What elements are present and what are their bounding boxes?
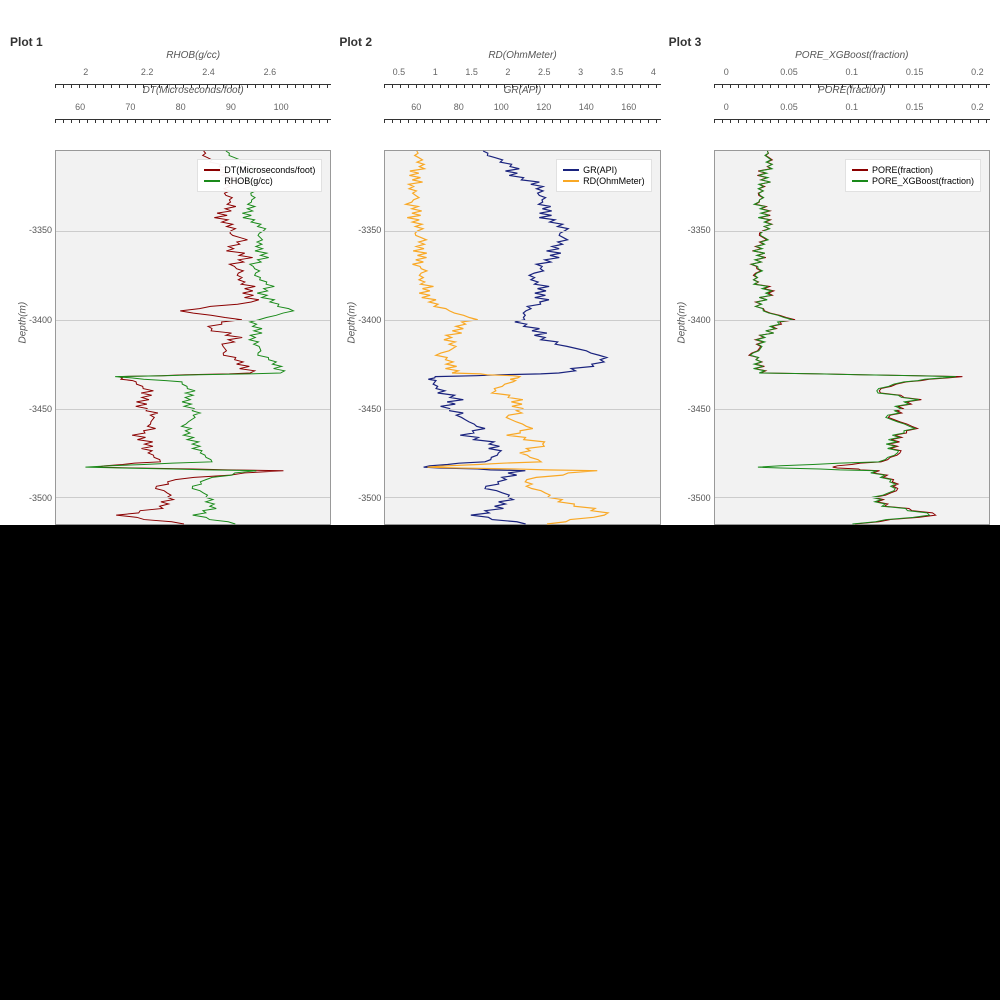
axis-tick: 140 [579,102,594,112]
axis-tick: 60 [411,102,421,112]
black-region [0,525,1000,1000]
y-tick: -3500 [29,493,52,503]
axis-tick: 0.05 [780,102,798,112]
legend-label: RHOB(g/cc) [224,176,273,186]
axis-tick: 2 [83,67,88,77]
y-tick: -3350 [29,225,52,235]
y-tick: -3500 [688,493,711,503]
y-tick: -3450 [29,404,52,414]
plot-1-title: Plot 1 [10,35,43,49]
axis-ticks-dt: 60 70 80 90 100 [55,98,331,120]
legend-item: GR(API) [563,165,645,175]
axis-tick: 90 [226,102,236,112]
axis-tick: 2.2 [141,67,154,77]
legend-swatch-dt [204,169,220,171]
chart-row: Plot 1 RHOB(g/cc) 2 2.2 2.4 2.6 DT(Microsec… [0,0,1000,525]
axis-tick: 160 [621,102,636,112]
axis-tick: 80 [454,102,464,112]
axis-ticks-gr: 60 80 100 120 140 160 [384,98,660,120]
plot-3: Plot 3 PORE_XGBoost(fraction) 00.050.10.… [669,150,990,525]
plot-1-area[interactable]: DT(Microseconds/foot) RHOB(g/cc) [55,150,331,525]
plot-3-title: Plot 3 [669,35,702,49]
axis-tick: 2.5 [538,67,551,77]
plot-1-top-axes: RHOB(g/cc) 22.22.42.6 DT(Microseconds/fo… [55,50,331,150]
axis-label-porexgb: PORE_XGBoost(fraction) [714,50,990,61]
plot-1-y-label: Depth(m) [17,301,28,343]
axis-tick: 0.2 [971,102,984,112]
axis-tick: 70 [125,102,135,112]
axis-tick: 0.1 [846,102,859,112]
axis-tick: 2.6 [264,67,277,77]
legend-swatch-rhob [204,180,220,182]
plot-3-y-axis: Depth(m) -3350 -3400 -3450 -3500 [669,150,714,525]
legend-swatch-porexgb [852,180,868,182]
axis-tick: 3 [578,67,583,77]
legend-swatch-rd [563,180,579,182]
legend-item: DT(Microseconds/foot) [204,165,315,175]
plot-2-svg [385,151,659,524]
plot-1-svg [56,151,330,524]
axis-tick: 2.4 [202,67,215,77]
axis-ticks-porexgb: 0 0.05 0.1 0.15 0.2 [714,63,990,85]
plot-2-y-label: Depth(m) [347,301,358,343]
y-tick: -3450 [688,404,711,414]
legend-label: PORE_XGBoost(fraction) [872,176,974,186]
legend-label: DT(Microseconds/foot) [224,165,315,175]
axis-tick: 100 [274,102,289,112]
legend-label: PORE(fraction) [872,165,933,175]
plot-3-top-axes: PORE_XGBoost(fraction) 00.050.10.150.2 P… [714,50,990,150]
plot-2: Plot 2 RD(OhmMeter) 0.511.522.533.54 GR(… [339,150,660,525]
plot-3-y-label: Depth(m) [676,301,687,343]
legend-item: PORE(fraction) [852,165,974,175]
axis-tick: 0 [724,102,729,112]
plot-2-top-axes: RD(OhmMeter) 0.511.522.533.54 GR(API) 60… [384,50,660,150]
axis-tick: 2 [505,67,510,77]
plot-2-area[interactable]: GR(API) RD(OhmMeter) [384,150,660,525]
legend-item: RHOB(g/cc) [204,176,315,186]
plot-3-area[interactable]: PORE(fraction) PORE_XGBoost(fraction) [714,150,990,525]
axis-tick: 100 [494,102,509,112]
axis-label-rd: RD(OhmMeter) [384,50,660,61]
axis-tick: 80 [176,102,186,112]
axis-tick: 0.2 [971,67,984,77]
axis-ticks-pore: 0 0.05 0.1 0.15 0.2 [714,98,990,120]
plot-2-title: Plot 2 [339,35,372,49]
y-tick: -3500 [358,493,381,503]
legend-label: GR(API) [583,165,617,175]
y-tick: -3400 [29,315,52,325]
axis-ticks-rd: 0.5 1 1.5 2 2.5 3 3.5 4 [384,63,660,85]
plot-2-legend: GR(API) RD(OhmMeter) [556,159,652,192]
legend-swatch-pore [852,169,868,171]
plot-1: Plot 1 RHOB(g/cc) 22.22.42.6 DT(Microsec… [10,150,331,525]
plot-1-legend: DT(Microseconds/foot) RHOB(g/cc) [197,159,322,192]
axis-tick: 0.15 [906,102,924,112]
y-tick: -3400 [688,315,711,325]
axis-tick: 0 [724,67,729,77]
y-tick: -3350 [688,225,711,235]
plot-3-svg [715,151,989,524]
axis-tick: 0.1 [846,67,859,77]
axis-tick: 0.15 [906,67,924,77]
axis-tick: 60 [75,102,85,112]
axis-tick: 120 [536,102,551,112]
axis-ticks-rhob: 2 2.2 2.4 2.6 [55,63,331,85]
y-tick: -3400 [358,315,381,325]
axis-tick: 1 [433,67,438,77]
axis-tick: 0.5 [393,67,406,77]
plot-1-y-axis: Depth(m) -3350 -3400 -3450 -3500 [10,150,55,525]
axis-tick: 4 [651,67,656,77]
y-tick: -3350 [358,225,381,235]
legend-item: RD(OhmMeter) [563,176,645,186]
legend-label: RD(OhmMeter) [583,176,645,186]
y-tick: -3450 [358,404,381,414]
plot-3-legend: PORE(fraction) PORE_XGBoost(fraction) [845,159,981,192]
plot-2-y-axis: Depth(m) -3350 -3400 -3450 -3500 [339,150,384,525]
axis-tick: 1.5 [465,67,478,77]
axis-label-rhob: RHOB(g/cc) [55,50,331,61]
legend-swatch-gr [563,169,579,171]
axis-tick: 0.05 [780,67,798,77]
axis-tick: 3.5 [611,67,624,77]
legend-item: PORE_XGBoost(fraction) [852,176,974,186]
